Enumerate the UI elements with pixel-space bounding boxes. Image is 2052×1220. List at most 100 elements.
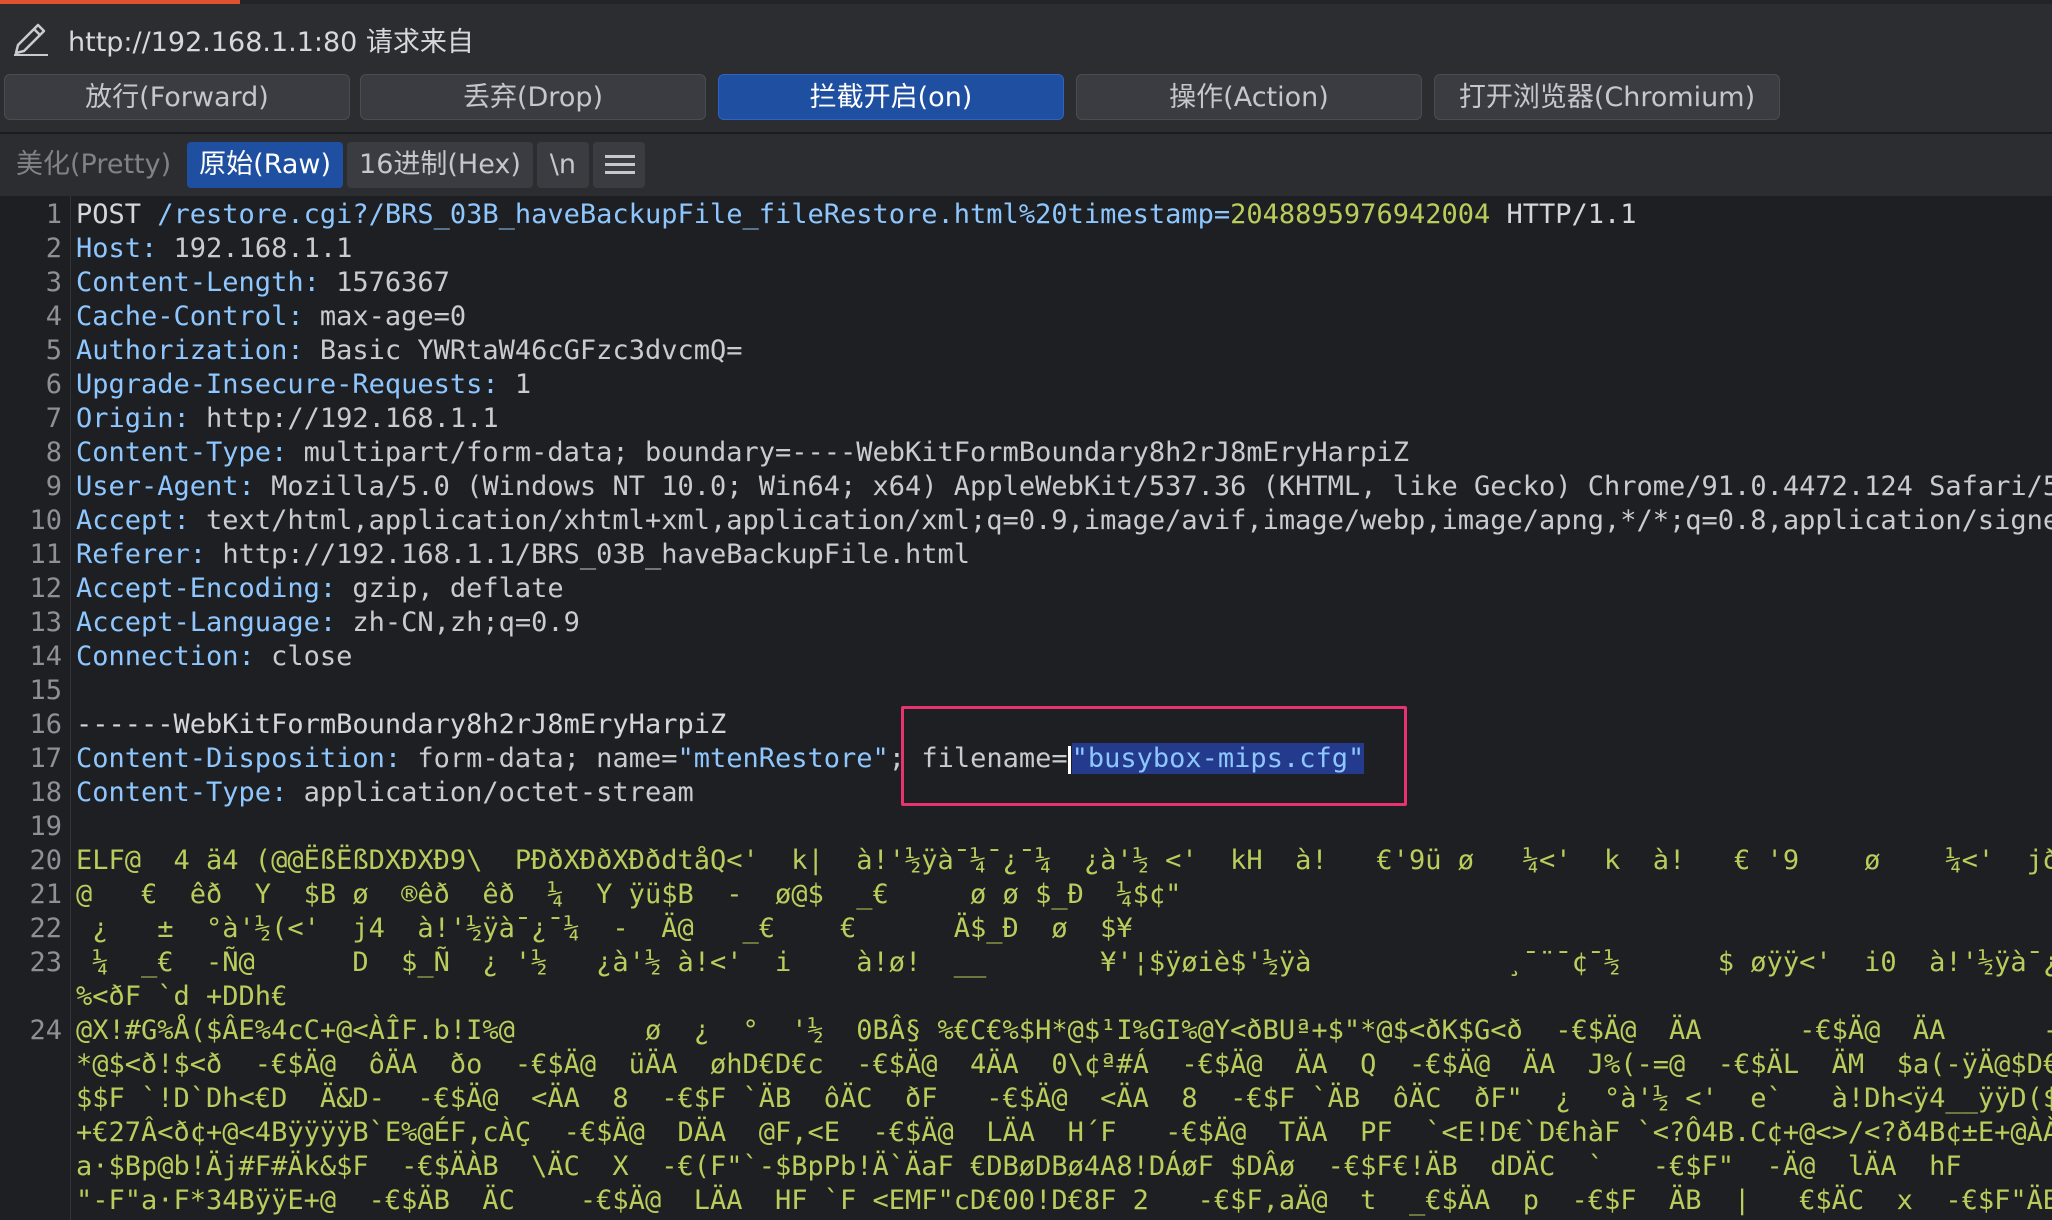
header-name: Cache-Control: <box>76 301 320 332</box>
header-row: Connection: close <box>76 640 352 674</box>
line-number: 24 <box>29 1015 62 1046</box>
request-path: /restore.cgi?/BRS_03B_haveBackupFile_fil… <box>157 199 1231 230</box>
request-timestamp: 2048895976942004 <box>1230 199 1491 230</box>
line-number: 19 <box>29 811 62 842</box>
header-name: Origin: <box>76 403 207 434</box>
binary-row: %<ðF `d +DDh€ <box>76 981 288 1012</box>
header-value: 192.168.1.1 <box>173 233 353 264</box>
line-number: 18 <box>29 777 62 808</box>
binary-row: *@$<ð!$<ð -€$Ä@ ôÄA ðo -€$Ä@ üÄA øhD€D€c… <box>76 1049 2052 1080</box>
binary-row: @X!#G%Å($ÂE%4cC+@<ÀÎF.b!I%@ ø ¿ ° '½ 0BÂ… <box>76 1015 2052 1046</box>
line-number: 9 <box>45 471 62 502</box>
header-name: Accept-Language: <box>76 607 353 638</box>
header-row: Content-Type: application/octet-stream <box>76 776 694 810</box>
line-number: 2 <box>45 233 62 264</box>
header-value: http://192.168.1.1 <box>206 403 499 434</box>
pencil-icon[interactable] <box>8 17 52 61</box>
header-value: http://192.168.1.1/BRS_03B_haveBackupFil… <box>222 539 971 570</box>
header-name: User-Agent: <box>76 471 272 502</box>
header-name: Authorization: <box>76 335 320 366</box>
line-number: 23 <box>29 947 62 978</box>
header-row: Content-Length: 1576367 <box>76 266 450 300</box>
header-value: Basic YWRtaW46cGFzc3dvcmQ= <box>319 335 743 366</box>
binary-row: "-F"a·F*34BÿÿE+@ -€$ÄB ÄC -€$Ä@ LÄA HF `… <box>76 1185 2052 1216</box>
line-number: 16 <box>29 709 62 740</box>
header-value: 1576367 <box>336 267 450 298</box>
header-row: Accept-Encoding: gzip, deflate <box>76 572 564 606</box>
header-row: Authorization: Basic YWRtaW46cGFzc3dvcmQ… <box>76 334 742 368</box>
intercept-toggle-button[interactable]: 拦截开启(on) <box>718 74 1064 120</box>
view-tabs: 美化(Pretty) 原始(Raw) 16进制(Hex) \n <box>0 134 2052 196</box>
header-value: text/html,application/xhtml+xml,applicat… <box>206 505 2052 536</box>
line-number: 13 <box>29 607 62 638</box>
binary-row: ¿ ± °à'½(<' j4 à!'½ÿà¯¿¯¼ - Ä@ _€ € Ä$_Ð… <box>76 913 1133 944</box>
header-name: Content-Length: <box>76 267 337 298</box>
line-number: 5 <box>45 335 62 366</box>
line-number: 3 <box>45 267 62 298</box>
tab-newline[interactable]: \n <box>536 142 589 188</box>
line-number: 12 <box>29 573 62 604</box>
filename-highlight-box <box>901 706 1407 806</box>
disposition-prefix: form-data; name= <box>417 743 678 774</box>
field-name-value: "mtenRestore" <box>677 743 889 774</box>
header-name: Content-Type: <box>76 777 304 808</box>
header-value: multipart/form-data; boundary=----WebKit… <box>303 437 1409 468</box>
binary-row: ¼ _€ -Ñ@ D $_Ñ ¿ '½ ¿à'½ à!<' i à!ø! __ … <box>76 947 2052 978</box>
line-number: 6 <box>45 369 62 400</box>
header-row: Upgrade-Insecure-Requests: 1 <box>76 368 531 402</box>
header-row: Accept-Language: zh-CN,zh;q=0.9 <box>76 606 580 640</box>
binary-row: a·$Bp@b!Äj#F#Äk&$F -€$ÄÀB \ÄC X -€(F"`-$… <box>76 1151 1962 1182</box>
line-number: 1 <box>45 199 62 230</box>
header-row: Content-Type: multipart/form-data; bound… <box>76 436 1409 470</box>
tab-pretty[interactable]: 美化(Pretty) <box>4 142 183 188</box>
line-number: 22 <box>29 913 62 944</box>
line-number: 11 <box>29 539 62 570</box>
line-number-gutter: 1 2 3 4 5 6 7 8 9 10 11 12 13 14 15 16 1… <box>0 196 71 1220</box>
header-name: Content-Type: <box>76 437 304 468</box>
header-name: Upgrade-Insecure-Requests: <box>76 369 515 400</box>
action-button[interactable]: 操作(Action) <box>1076 74 1422 120</box>
window-title: http://192.168.1.1:80 请求来自 <box>68 26 474 58</box>
header-name: Connection: <box>76 641 272 672</box>
menu-button[interactable] <box>592 142 645 188</box>
header-value: Mozilla/5.0 (Windows NT 10.0; Win64; x64… <box>271 471 2052 502</box>
header-name: Referer: <box>76 539 223 570</box>
tab-raw[interactable]: 原始(Raw) <box>187 142 344 188</box>
header-row: Referer: http://192.168.1.1/BRS_03B_have… <box>76 538 970 572</box>
header-name: Accept-Encoding: <box>76 573 353 604</box>
line-number: 20 <box>29 845 62 876</box>
tab-hex[interactable]: 16进制(Hex) <box>347 142 533 188</box>
header-row: Accept: text/html,application/xhtml+xml,… <box>76 504 2052 538</box>
header-value: zh-CN,zh;q=0.9 <box>352 607 580 638</box>
header-value: max-age=0 <box>319 301 467 332</box>
forward-button[interactable]: 放行(Forward) <box>4 74 350 120</box>
header-row: User-Agent: Mozilla/5.0 (Windows NT 10.0… <box>76 470 2052 504</box>
title-bar: http://192.168.1.1:80 请求来自 <box>0 4 2052 74</box>
header-row: Host: 192.168.1.1 <box>76 232 352 266</box>
line-number: 8 <box>45 437 62 468</box>
line-number: 21 <box>29 879 62 910</box>
line-number: 17 <box>29 743 62 774</box>
binary-row: @ € êð Y $B ø ®êð êð ¼ Y ÿü$B - ø@$ _€ ø… <box>76 879 1182 910</box>
header-name: Accept: <box>76 505 207 536</box>
binary-row: +€27Â<ð¢+@<4BÿÿÿÿB`E%@ÉF,cÀÇ -€$Ä@ DÄA @… <box>76 1117 2052 1148</box>
binary-row: ELF@ 4 ä4 (@@ËßËßDXÐXÐ9\ PÐðXÐðXÐðdtåQ<'… <box>76 845 2052 876</box>
http-method: POST <box>76 199 158 230</box>
header-row: Cache-Control: max-age=0 <box>76 300 466 334</box>
drop-button[interactable]: 丢弃(Drop) <box>360 74 706 120</box>
line-number: 4 <box>45 301 62 332</box>
hamburger-menu-icon <box>604 153 635 177</box>
header-value: gzip, deflate <box>352 573 564 604</box>
action-toolbar: 放行(Forward) 丢弃(Drop) 拦截开启(on) 操作(Action)… <box>0 74 2052 134</box>
line-number: 10 <box>29 505 62 536</box>
header-row: Origin: http://192.168.1.1 <box>76 402 499 436</box>
line-number: 15 <box>29 675 62 706</box>
header-value: 1 <box>514 369 532 400</box>
header-value: close <box>271 641 353 672</box>
http-version: HTTP/1.1 <box>1490 199 1637 230</box>
header-value: application/octet-stream <box>303 777 694 808</box>
multipart-boundary: ------WebKitFormBoundary8h2rJ8mEryHarpiZ <box>76 709 727 740</box>
request-line: POST /restore.cgi?/BRS_03B_haveBackupFil… <box>76 198 1637 232</box>
header-name: Host: <box>76 233 174 264</box>
open-browser-button[interactable]: 打开浏览器(Chromium) <box>1434 74 1780 120</box>
